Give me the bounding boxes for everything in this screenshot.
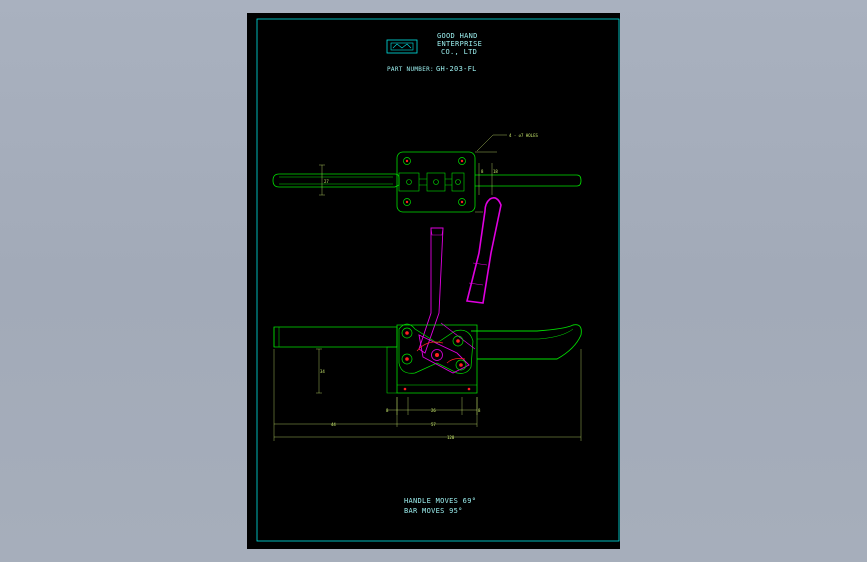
dim-left: 8 [386,408,389,413]
company-name-line1: GOOD HAND [437,32,478,40]
bar-moves-note: BAR MOVES 95° [404,507,463,515]
dim-total: 120 [447,435,455,440]
dim-small-3: 27 [324,179,329,184]
dim-small-2: 18 [493,169,498,174]
company-name-line3: CO., LTD [441,48,478,56]
dim-base-right: 57 [431,422,436,427]
sheet-border [256,18,620,542]
dim-right: 8 [478,408,481,413]
handle-moves-note: HANDLE MOVES 69° [404,497,477,505]
drawing-sheet: GOOD HAND ENTERPRISE CO., LTD PART NUMBE… [247,13,620,549]
holes-note: 4 - ∅7 HOLES [509,133,538,138]
dim-middle: 26 [431,408,436,413]
company-name-line2: ENTERPRISE [437,40,483,48]
company-logo [386,39,418,54]
part-number-value: GH-203-FL [436,65,477,73]
dim-base-left: 44 [331,422,336,427]
side-view [273,197,582,441]
top-view [272,134,582,213]
dim-vertical: 34 [320,369,325,374]
dim-small-1: 8 [481,169,484,174]
part-number-label: PART NUMBER: [387,66,434,73]
cad-drawing [256,18,620,542]
